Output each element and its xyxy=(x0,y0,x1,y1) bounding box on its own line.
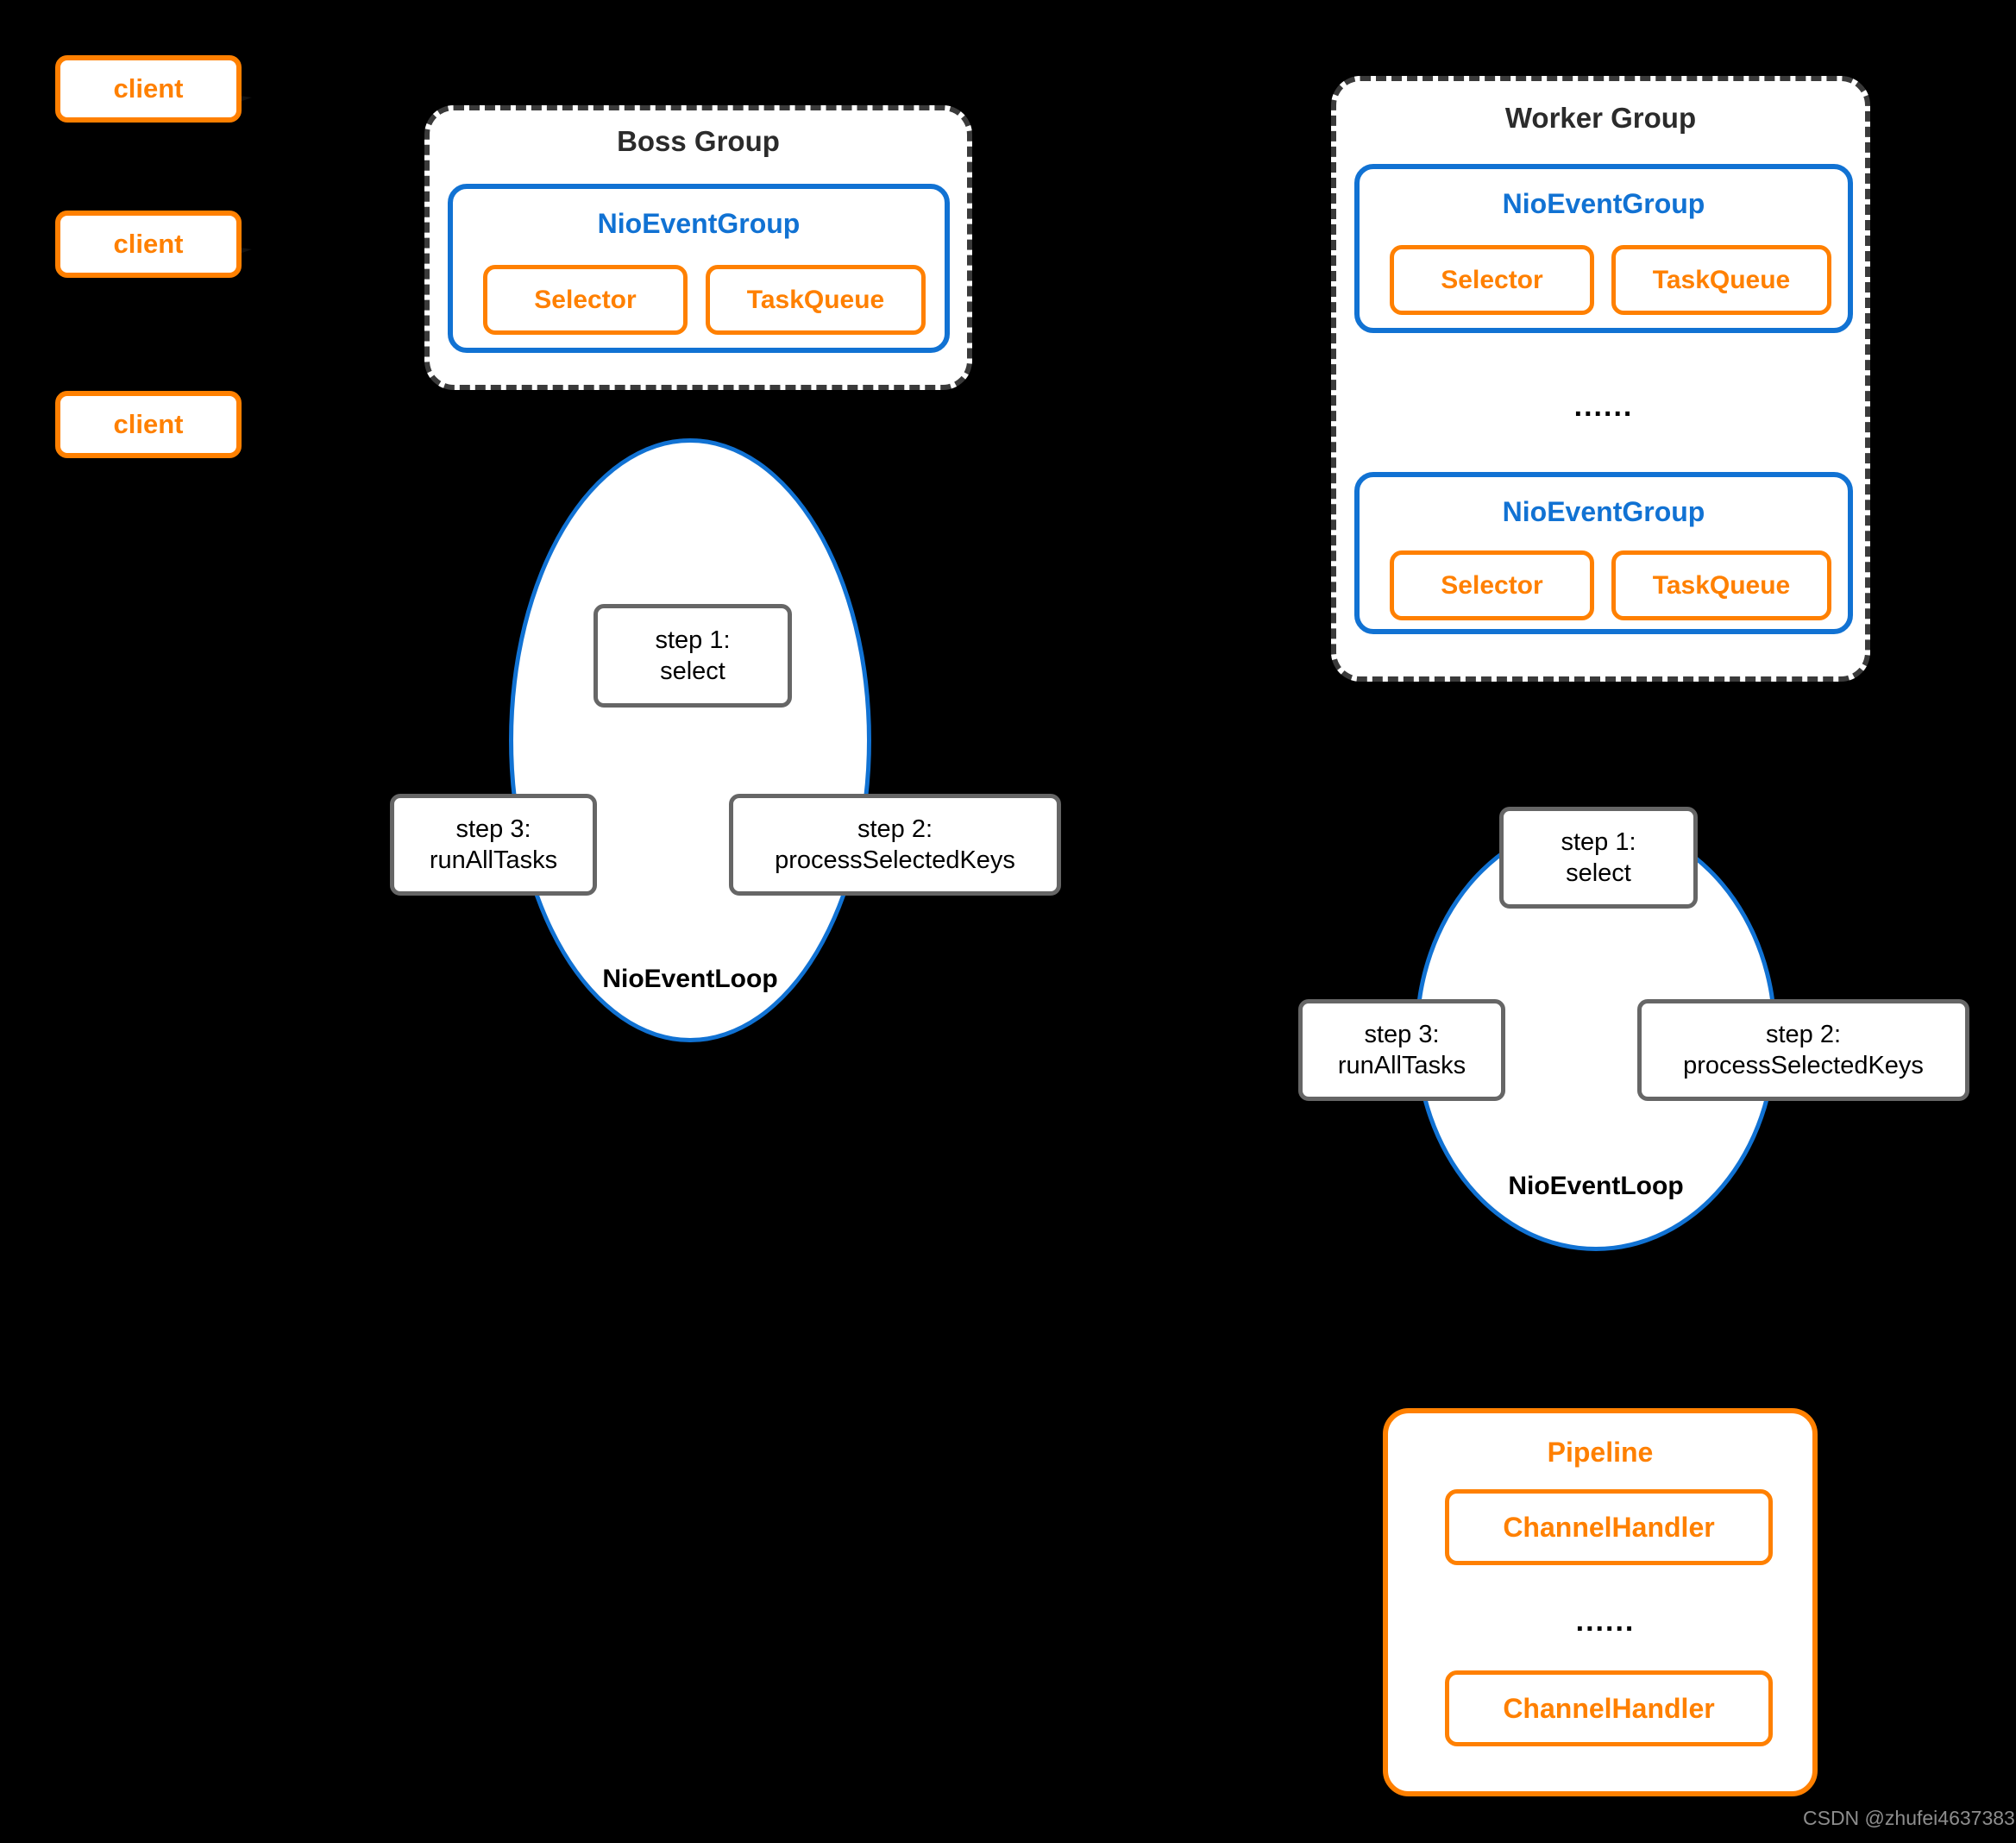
client-box-2[interactable]: client xyxy=(55,211,242,278)
channel-handler-label: ChannelHandler xyxy=(1503,1511,1715,1543)
boss-step-2-line1: step 2: xyxy=(857,815,933,843)
boss-selector-label: Selector xyxy=(534,285,637,314)
worker-taskqueue-label: TaskQueue xyxy=(1652,265,1791,294)
worker-group-title: Worker Group xyxy=(1504,102,1697,134)
boss-step-1-line1: step 1: xyxy=(655,626,731,654)
worker-step-2-line2: processSelectedKeys xyxy=(1683,1052,1924,1079)
boss-step-1-select[interactable]: step 1: select xyxy=(593,604,792,708)
worker-selector-box-1[interactable]: Selector xyxy=(1390,245,1594,315)
pipeline-container[interactable]: Pipeline ChannelHandler ...... ChannelHa… xyxy=(1383,1408,1818,1796)
worker-selector-label: Selector xyxy=(1441,570,1543,600)
client-box-1[interactable]: client xyxy=(55,55,242,123)
worker-taskqueue-box-2[interactable]: TaskQueue xyxy=(1611,550,1831,620)
worker-group-ellipsis: ...... xyxy=(1573,390,1634,423)
worker-nio-event-loop-label: NioEventLoop xyxy=(1508,1172,1684,1200)
boss-nio-event-loop-label: NioEventLoop xyxy=(602,965,778,993)
boss-selector-box[interactable]: Selector xyxy=(483,265,688,335)
worker-step-3-line2: runAllTasks xyxy=(1337,1052,1466,1079)
worker-selector-label: Selector xyxy=(1441,265,1543,294)
worker-nio-event-group-1-title: NioEventGroup xyxy=(1502,188,1705,219)
worker-taskqueue-box-1[interactable]: TaskQueue xyxy=(1611,245,1831,315)
boss-nio-event-group-title: NioEventGroup xyxy=(597,208,801,239)
boss-taskqueue-label: TaskQueue xyxy=(746,285,885,314)
boss-group-title: Boss Group xyxy=(617,125,780,157)
worker-nio-event-group-1[interactable]: NioEventGroup Selector TaskQueue xyxy=(1354,164,1853,333)
worker-step-2-line1: step 2: xyxy=(1765,1020,1842,1048)
boss-step-1-line2: select xyxy=(660,657,725,685)
boss-step-3-line1: step 3: xyxy=(455,815,531,843)
boss-nio-event-loop-circle xyxy=(509,438,871,1042)
worker-nio-event-group-2[interactable]: NioEventGroup Selector TaskQueue xyxy=(1354,472,1853,634)
pipeline-ellipsis: ...... xyxy=(1575,1605,1636,1638)
boss-step-2-line2: processSelectedKeys xyxy=(775,846,1015,874)
client-box-3[interactable]: client xyxy=(55,391,242,458)
channel-handler-box-2[interactable]: ChannelHandler xyxy=(1445,1670,1773,1746)
pipeline-title: Pipeline xyxy=(1547,1437,1654,1468)
channel-handler-box-1[interactable]: ChannelHandler xyxy=(1445,1489,1773,1565)
boss-nio-event-group[interactable]: NioEventGroup Selector TaskQueue xyxy=(448,184,950,353)
client-label: client xyxy=(113,229,184,259)
watermark-text: CSDN @zhufei463738313 xyxy=(1803,1807,2016,1829)
boss-step-2-process-selected-keys[interactable]: step 2: processSelectedKeys xyxy=(729,794,1061,896)
client-label: client xyxy=(113,73,184,104)
boss-step-3-line2: runAllTasks xyxy=(429,846,558,874)
worker-taskqueue-label: TaskQueue xyxy=(1652,570,1791,600)
channel-handler-label: ChannelHandler xyxy=(1503,1692,1715,1724)
worker-selector-box-2[interactable]: Selector xyxy=(1390,550,1594,620)
worker-step-3-line1: step 3: xyxy=(1364,1020,1440,1048)
worker-nio-event-group-2-title: NioEventGroup xyxy=(1502,496,1705,527)
diagram-canvas: client client client Boss Group NioEvent… xyxy=(0,0,2016,1843)
worker-step-3-run-all-tasks[interactable]: step 3: runAllTasks xyxy=(1298,999,1505,1101)
boss-step-3-run-all-tasks[interactable]: step 3: runAllTasks xyxy=(390,794,597,896)
worker-step-1-select[interactable]: step 1: select xyxy=(1499,807,1698,909)
worker-step-1-line2: select xyxy=(1566,859,1631,887)
worker-step-1-line1: step 1: xyxy=(1561,827,1636,856)
boss-taskqueue-box[interactable]: TaskQueue xyxy=(706,265,926,335)
worker-step-2-process-selected-keys[interactable]: step 2: processSelectedKeys xyxy=(1637,999,1969,1101)
client-label: client xyxy=(113,409,184,439)
